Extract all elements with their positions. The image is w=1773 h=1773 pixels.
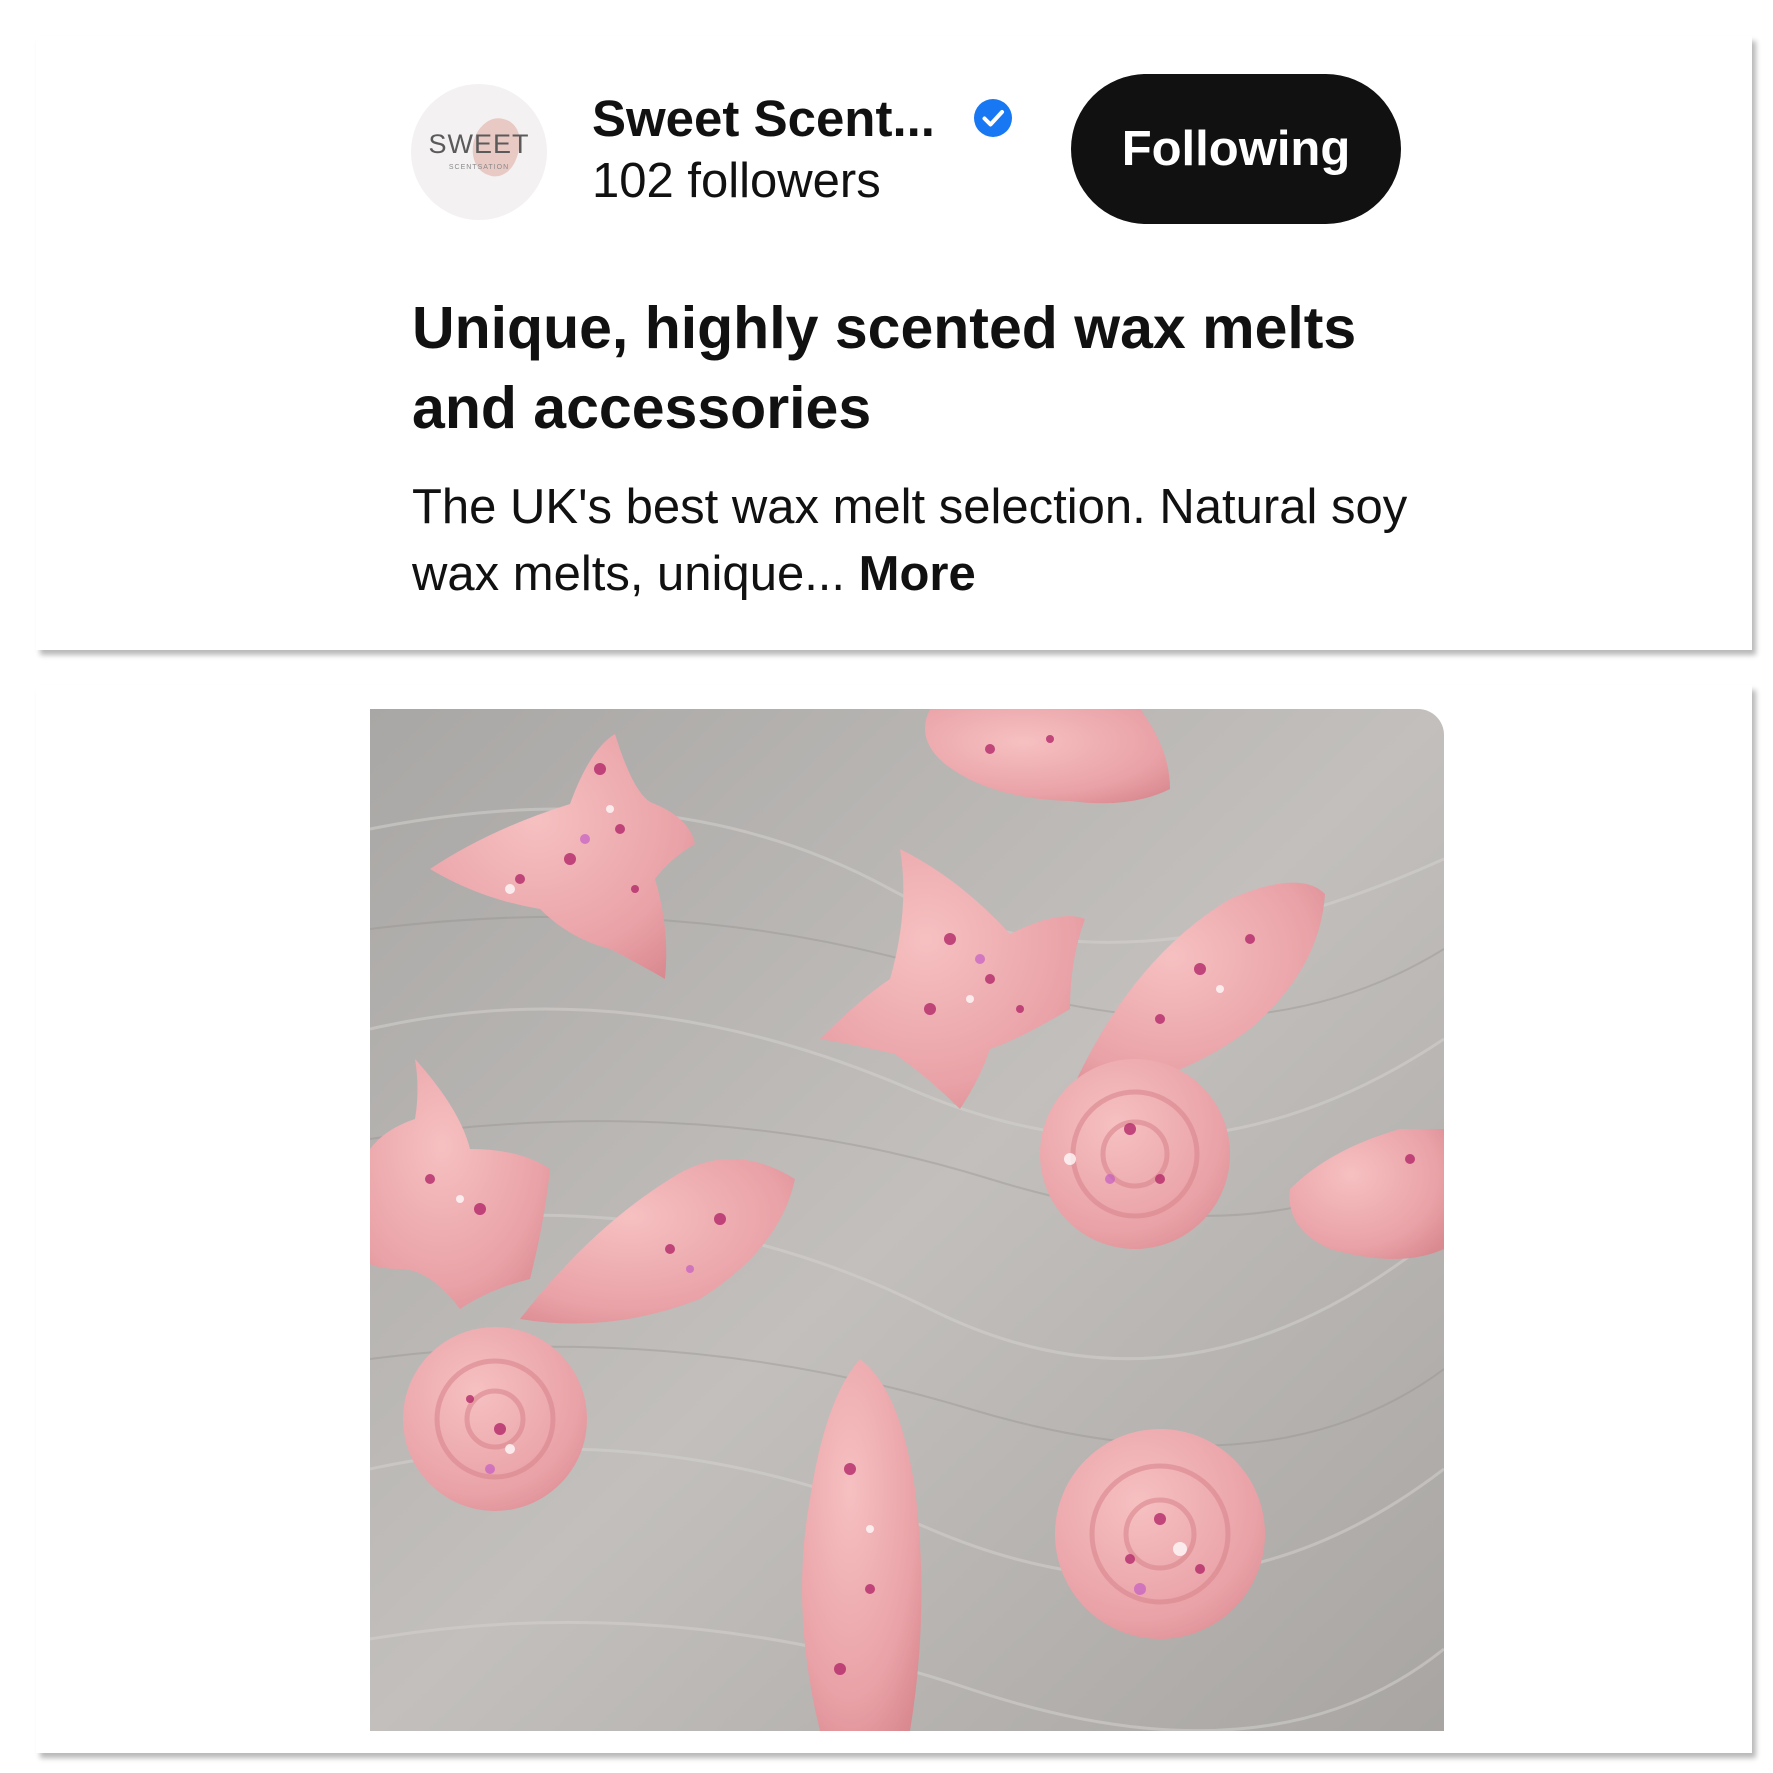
wax-melts-photo bbox=[370, 709, 1444, 1731]
avatar[interactable]: SWEET SCENTSATION bbox=[411, 84, 547, 220]
account-name[interactable]: Sweet Scent... bbox=[592, 89, 935, 148]
profile-headline: Unique, highly scented wax melts and acc… bbox=[412, 295, 1357, 441]
followers-count[interactable]: 102 followers bbox=[592, 153, 881, 209]
wax-melt-rose bbox=[403, 1327, 587, 1511]
pin-card bbox=[36, 685, 1752, 1753]
avatar-brand-subtext: SCENTSATION bbox=[448, 164, 510, 171]
avatar-brand-text: SWEET bbox=[428, 129, 530, 159]
verified-badge-icon bbox=[973, 98, 1013, 138]
more-link[interactable]: More bbox=[859, 547, 976, 601]
pin-image[interactable] bbox=[370, 709, 1444, 1731]
profile-bio: The UK's best wax melt selection. Natura… bbox=[412, 474, 1412, 608]
wax-melt-rose bbox=[1055, 1429, 1265, 1639]
profile-card: SWEET SCENTSATION Sweet Scent... 102 fol… bbox=[36, 36, 1752, 650]
name-row: Sweet Scent... bbox=[592, 88, 1013, 148]
following-button[interactable]: Following bbox=[1071, 74, 1401, 224]
